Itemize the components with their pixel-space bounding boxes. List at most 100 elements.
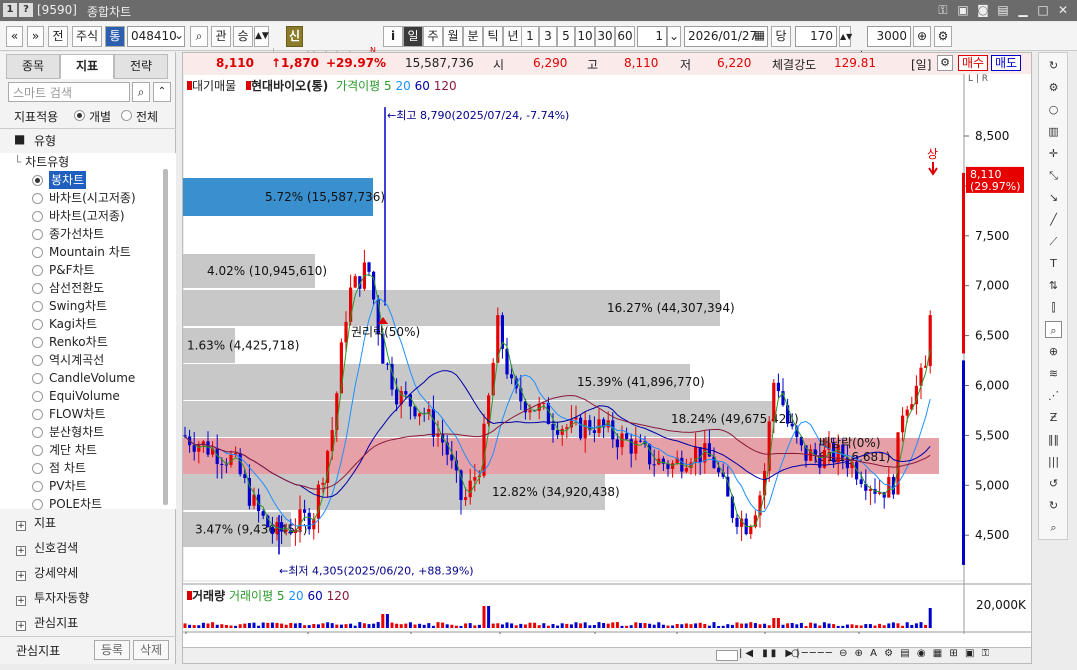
list-scrollbar[interactable] — [163, 169, 168, 505]
scale-mode-icon[interactable]: L | R — [968, 74, 988, 84]
chart-type-item[interactable]: Swing차트 — [49, 297, 107, 315]
today-button[interactable]: 당 — [771, 26, 791, 47]
gear-icon[interactable]: ⚙ — [1045, 79, 1062, 96]
text-icon[interactable]: T — [1045, 255, 1062, 272]
period-button-1[interactable]: 주 — [423, 26, 443, 47]
save-icon[interactable]: ▣ — [955, 2, 971, 18]
chart-type-item[interactable]: 계단 차트 — [49, 441, 97, 459]
tab-indicator[interactable]: 지표 — [60, 54, 114, 79]
chart-type-item[interactable]: 바차트(고저종) — [49, 207, 125, 225]
radio-individual[interactable] — [74, 110, 85, 121]
interval-button-3[interactable]: 10 — [575, 26, 595, 47]
chart-type-item[interactable]: Renko차트 — [49, 333, 108, 351]
chart-type-radio[interactable] — [32, 391, 43, 402]
interval-button-4[interactable]: 30 — [595, 26, 615, 47]
chart-type-radio[interactable] — [32, 499, 43, 510]
count-input[interactable]: 170 — [795, 26, 837, 47]
chart-type-item[interactable]: POLE차트 — [49, 495, 102, 513]
chart-area[interactable]: 8,110 ↑1,870 +29.97% 15,587,736 시 6,290 … — [182, 52, 1032, 664]
interval-button-1[interactable]: 3 — [539, 26, 557, 47]
cycle-icon[interactable]: ‖‖ — [1045, 431, 1062, 448]
print-icon[interactable]: ▤ — [995, 2, 1011, 18]
interval-button-2[interactable]: 5 — [557, 26, 575, 47]
chart-type-radio[interactable] — [32, 247, 43, 258]
period-lines-icon[interactable]: ||| — [1045, 453, 1062, 470]
chart-type-radio[interactable] — [32, 355, 43, 366]
period-button-5[interactable]: 년 — [503, 26, 523, 47]
info-button[interactable]: i — [383, 26, 403, 47]
zoom-tool-icon[interactable]: ⊕ — [1045, 343, 1062, 360]
chart-type-item[interactable]: 바차트(시고저종) — [49, 189, 136, 207]
gann-icon[interactable]: ⋰ — [1045, 387, 1062, 404]
register-button[interactable]: 등록 — [94, 640, 130, 660]
chart-type-radio[interactable] — [32, 211, 43, 222]
chart-type-radio[interactable] — [32, 427, 43, 438]
chart-type-radio[interactable] — [32, 481, 43, 492]
calendar-icon[interactable]: ▦ — [752, 26, 767, 47]
search-icon[interactable]: ⌕ — [132, 82, 150, 102]
delete-button[interactable]: 삭제 — [133, 640, 169, 660]
zigzag-icon[interactable]: Ƶ — [1045, 409, 1062, 426]
chart-type-item[interactable]: 봉차트 — [49, 171, 87, 189]
chart-scrollbar[interactable]: |◀ ▮▮ ▶| ○──── ⊖ ⊕ A ⚙ ▤ ◉ ▦ ⊞ ▣ ⚿ — [183, 647, 1031, 663]
chart-type-radio[interactable] — [32, 445, 43, 456]
chart-type-item[interactable]: CandleVolume — [49, 369, 135, 387]
chart-type-radio[interactable] — [32, 265, 43, 276]
tab-strategy[interactable]: 전략 — [114, 54, 168, 79]
chart-type-radio[interactable] — [32, 463, 43, 474]
tab-stock[interactable]: 종목 — [6, 54, 60, 79]
zoom-in-icon[interactable]: ⊕ — [913, 26, 931, 47]
search-zoom-icon[interactable]: ⌕ — [1045, 519, 1062, 536]
ray-icon[interactable]: ↘ — [1045, 189, 1062, 206]
chart-type-radio[interactable] — [32, 175, 43, 186]
maximize-icon[interactable]: □ — [1035, 2, 1051, 18]
chart-type-radio[interactable] — [32, 193, 43, 204]
link-icon[interactable]: ⚿ — [935, 2, 951, 18]
candle-icon[interactable]: ⫿ — [1045, 299, 1062, 316]
app-menu-icon[interactable]: 1 — [3, 3, 17, 17]
crosshair-icon[interactable]: ✛ — [1045, 145, 1062, 162]
smart-search-input[interactable]: 스마트 검색 — [8, 82, 130, 102]
buy-button[interactable]: 매수 — [958, 55, 988, 71]
all-icon[interactable]: ⇅ — [1045, 277, 1062, 294]
minimize-icon[interactable]: ▁ — [1015, 2, 1031, 18]
collapse-icon[interactable]: ⌃ — [153, 82, 171, 102]
chart-type-item[interactable]: Kagi차트 — [49, 315, 97, 333]
group-favorite[interactable]: + 관심지표 — [16, 614, 78, 632]
line-icon[interactable]: ╱ — [1045, 211, 1062, 228]
chart-type-item[interactable]: 삼선전환도 — [49, 279, 104, 297]
chart-type-item[interactable]: FLOW차트 — [49, 405, 106, 423]
max-count-input[interactable]: 3000 — [867, 26, 911, 47]
group-investor[interactable]: + 투자자동향 — [16, 589, 89, 607]
undo-icon[interactable]: ↺ — [1045, 475, 1062, 492]
chart-type-item[interactable]: P&F차트 — [49, 261, 95, 279]
period-button-3[interactable]: 분 — [463, 26, 483, 47]
chart-type-item[interactable]: PV차트 — [49, 477, 87, 495]
subgroup-chart-type[interactable]: └ 차트유형 — [14, 153, 69, 170]
bar-chart-icon[interactable]: ▥ — [1045, 123, 1062, 140]
collapse-down-button[interactable]: » — [27, 26, 44, 47]
group-signal[interactable]: + 신호검색 — [16, 539, 78, 557]
zoom-controls[interactable]: ○──── ⊖ ⊕ A ⚙ ▤ ◉ ▦ ⊞ ▣ ⚿ — [791, 648, 991, 659]
magnifier-icon[interactable]: ⌕ — [1045, 321, 1062, 338]
group-strength[interactable]: + 강세약세 — [16, 564, 78, 582]
group-indicator[interactable]: + 지표 — [16, 514, 56, 532]
interval-dropdown-icon[interactable]: ⌄ — [667, 26, 681, 47]
scroll-thumb[interactable] — [716, 650, 738, 661]
close-icon[interactable]: ✕ — [1055, 2, 1071, 18]
group-type[interactable]: 유형 — [34, 132, 56, 149]
chart-type-radio[interactable] — [32, 337, 43, 348]
chart-type-radio[interactable] — [32, 229, 43, 240]
code-kind-button[interactable]: 통 — [105, 26, 125, 47]
count-spin-icon[interactable]: ▲▼ — [839, 26, 852, 47]
refresh-icon[interactable]: ↻ — [1045, 57, 1062, 74]
interval-button-0[interactable]: 1 — [521, 26, 539, 47]
spin-icon[interactable]: ▲▼ — [254, 26, 269, 47]
prev-button[interactable]: 전 — [48, 26, 68, 47]
chart-type-item[interactable]: Mountain 차트 — [49, 243, 131, 261]
interval-input[interactable]: 1 — [637, 26, 667, 47]
auto-line-icon[interactable]: ⟋ — [1045, 233, 1062, 250]
interval-button-5[interactable]: 60 — [615, 26, 635, 47]
fibonacci-icon[interactable]: ≋ — [1045, 365, 1062, 382]
chart-type-item[interactable]: 역시계곡선 — [49, 351, 104, 369]
